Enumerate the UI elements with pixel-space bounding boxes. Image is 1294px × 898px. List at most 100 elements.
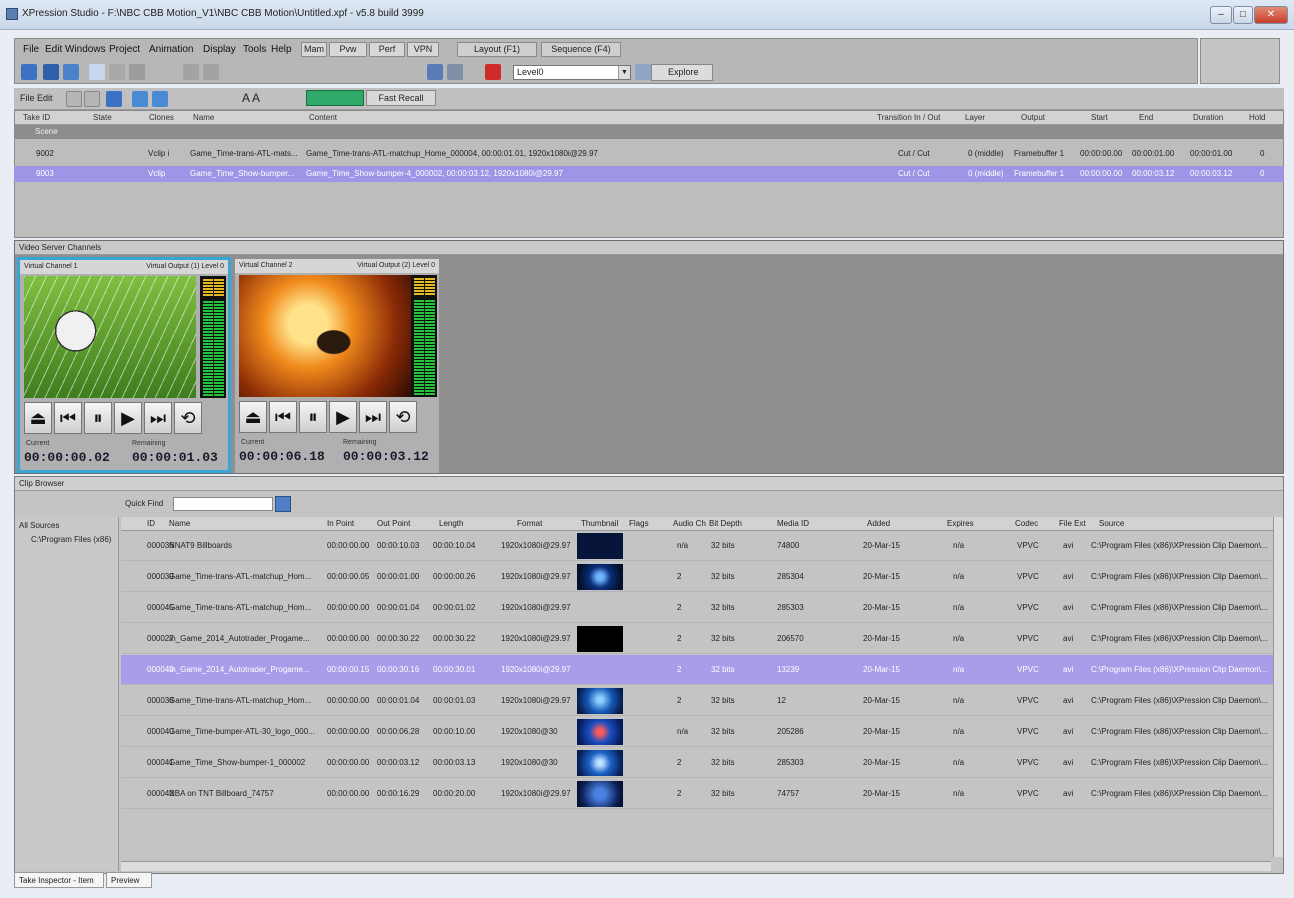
col-name[interactable]: Name [169, 519, 190, 528]
explore-button[interactable]: Explore [651, 64, 713, 81]
col-layer[interactable]: Layer [965, 113, 985, 122]
menu-tools[interactable]: Tools [243, 44, 266, 55]
mode-tab-mam[interactable]: Mam [301, 42, 327, 57]
up-arrow-icon[interactable] [132, 91, 148, 107]
sequence-menu-label[interactable]: File Edit [20, 93, 53, 103]
menu-file[interactable]: File [23, 44, 39, 55]
col-source[interactable]: Source [1099, 519, 1124, 528]
record-icon[interactable] [485, 64, 501, 80]
tree-node-program-files[interactable]: C:\Program Files (x86) [31, 535, 111, 544]
refresh-icon[interactable] [635, 64, 651, 80]
search-icon[interactable] [275, 496, 291, 512]
col-out-point[interactable]: Out Point [377, 519, 410, 528]
font-size-icons[interactable]: A A [242, 91, 260, 105]
paste-icon[interactable] [129, 64, 145, 80]
tab-sequence[interactable]: Sequence (F4) [541, 42, 621, 57]
forward-icon[interactable] [84, 91, 100, 107]
tab-preview[interactable]: Preview [106, 872, 152, 888]
col-name[interactable]: Name [193, 113, 214, 122]
menu-help[interactable]: Help [271, 44, 292, 55]
col-added[interactable]: Added [867, 519, 890, 528]
play-icon[interactable]: ▶ [114, 402, 142, 434]
col-transition[interactable]: Transition In / Out [877, 113, 940, 122]
col-state[interactable]: State [93, 113, 112, 122]
clip-row[interactable]: 000045 Game_Time-trans-ATL-matchup_Hom...… [121, 593, 1281, 623]
skip-back-icon[interactable]: ⏮ [269, 401, 297, 433]
loop-icon[interactable]: ⟲ [389, 401, 417, 433]
scene-group-row[interactable]: Scene [15, 125, 1283, 139]
eject-icon[interactable]: ⏏ [24, 402, 52, 434]
col-codec[interactable]: Codec [1015, 519, 1038, 528]
loop-icon[interactable]: ⟲ [174, 402, 202, 434]
clip-row[interactable]: 000040 In_Game_2014_Autotrader_Progame...… [121, 655, 1281, 685]
fast-recall-toggle[interactable] [306, 90, 364, 106]
grid-icon[interactable] [427, 64, 443, 80]
redo-icon[interactable] [203, 64, 219, 80]
menu-display[interactable]: Display [203, 44, 236, 55]
col-hold[interactable]: Hold [1249, 113, 1265, 122]
video-channel-1[interactable]: Virtual Channel 1 Virtual Output (1) Lev… [17, 257, 231, 473]
menu-project[interactable]: Project [109, 44, 140, 55]
layers-icon[interactable] [447, 64, 463, 80]
col-audio-ch[interactable]: Audio Ch [673, 519, 706, 528]
tab-layout[interactable]: Layout (F1) [457, 42, 537, 57]
fast-recall-button[interactable]: Fast Recall [366, 90, 436, 106]
menu-windows[interactable]: Windows [65, 44, 106, 55]
clip-row[interactable]: 000041 Game_Time_Show-bumper-1_000002 00:0… [121, 748, 1281, 778]
skip-forward-icon[interactable]: ⏭ [144, 402, 172, 434]
sequence-row[interactable]: 9002 Vclip i Game_Time-trans-ATL-mats...… [14, 146, 1284, 162]
mode-tab-perf[interactable]: Perf [369, 42, 405, 57]
video-channel-2[interactable]: Virtual Channel 2 Virtual Output (2) Lev… [235, 259, 439, 473]
pause-icon[interactable]: ⏸ [299, 401, 327, 433]
new-icon[interactable] [21, 64, 37, 80]
col-clones[interactable]: Clones [149, 113, 174, 122]
save-all-icon[interactable] [63, 64, 79, 80]
col-take-id[interactable]: Take ID [23, 113, 50, 122]
play-icon[interactable]: ▶ [329, 401, 357, 433]
col-file-ext[interactable]: File Ext [1059, 519, 1086, 528]
minimize-button[interactable]: – [1210, 6, 1232, 24]
clip-row[interactable]: 000039 Game_Time-trans-ATL-matchup_Hom...… [121, 562, 1281, 592]
col-id[interactable]: ID [147, 519, 155, 528]
maximize-button[interactable]: □ [1233, 6, 1253, 24]
col-length[interactable]: Length [439, 519, 463, 528]
save-icon[interactable] [43, 64, 59, 80]
col-media-id[interactable]: Media ID [777, 519, 809, 528]
tab-take-inspector[interactable]: Take Inspector - Item [14, 872, 104, 888]
pin-icon[interactable] [106, 91, 122, 107]
col-bit-depth[interactable]: Bit Depth [709, 519, 742, 528]
col-content[interactable]: Content [309, 113, 337, 122]
menu-animation[interactable]: Animation [149, 44, 193, 55]
col-in-point[interactable]: In Point [327, 519, 354, 528]
eject-icon[interactable]: ⏏ [239, 401, 267, 433]
col-format[interactable]: Format [517, 519, 542, 528]
back-icon[interactable] [66, 91, 82, 107]
down-arrow-icon[interactable] [152, 91, 168, 107]
skip-back-icon[interactable]: ⏮ [54, 402, 82, 434]
horizontal-scrollbar[interactable] [121, 861, 1271, 871]
sequence-row-selected[interactable]: 9003 Vclip Game_Time_Show-bumper... Game… [14, 166, 1284, 182]
quick-find-input[interactable] [173, 497, 273, 511]
mode-tab-vpn[interactable]: VPN [407, 42, 439, 57]
col-start[interactable]: Start [1091, 113, 1108, 122]
copy-icon[interactable] [109, 64, 125, 80]
col-duration[interactable]: Duration [1193, 113, 1223, 122]
skip-forward-icon[interactable]: ⏭ [359, 401, 387, 433]
vertical-scrollbar[interactable] [1273, 517, 1283, 857]
clip-row[interactable]: 000027 In_Game_2014_Autotrader_Progame...… [121, 624, 1281, 654]
col-output[interactable]: Output [1021, 113, 1045, 122]
close-button[interactable]: ✕ [1254, 6, 1288, 24]
clip-row[interactable]: 000040 Game_Time-bumper-ATL-30_logo_000..… [121, 717, 1281, 747]
menu-edit[interactable]: Edit [45, 44, 62, 55]
clip-row[interactable]: 000042 NBA on TNT Billboard_74757 00:00:00… [121, 779, 1281, 809]
col-flags[interactable]: Flags [629, 519, 649, 528]
pause-icon[interactable]: ⏸ [84, 402, 112, 434]
level-select[interactable]: Level0 ▼ [513, 65, 631, 80]
mode-tab-pvw[interactable]: Pvw [329, 42, 367, 57]
col-end[interactable]: End [1139, 113, 1153, 122]
clip-row[interactable]: 000038 Game_Time-trans-ATL-matchup_Hom...… [121, 686, 1281, 716]
tree-root-all-sources[interactable]: All Sources [19, 521, 59, 530]
cut-icon[interactable] [89, 64, 105, 80]
undo-icon[interactable] [183, 64, 199, 80]
col-expires[interactable]: Expires [947, 519, 974, 528]
